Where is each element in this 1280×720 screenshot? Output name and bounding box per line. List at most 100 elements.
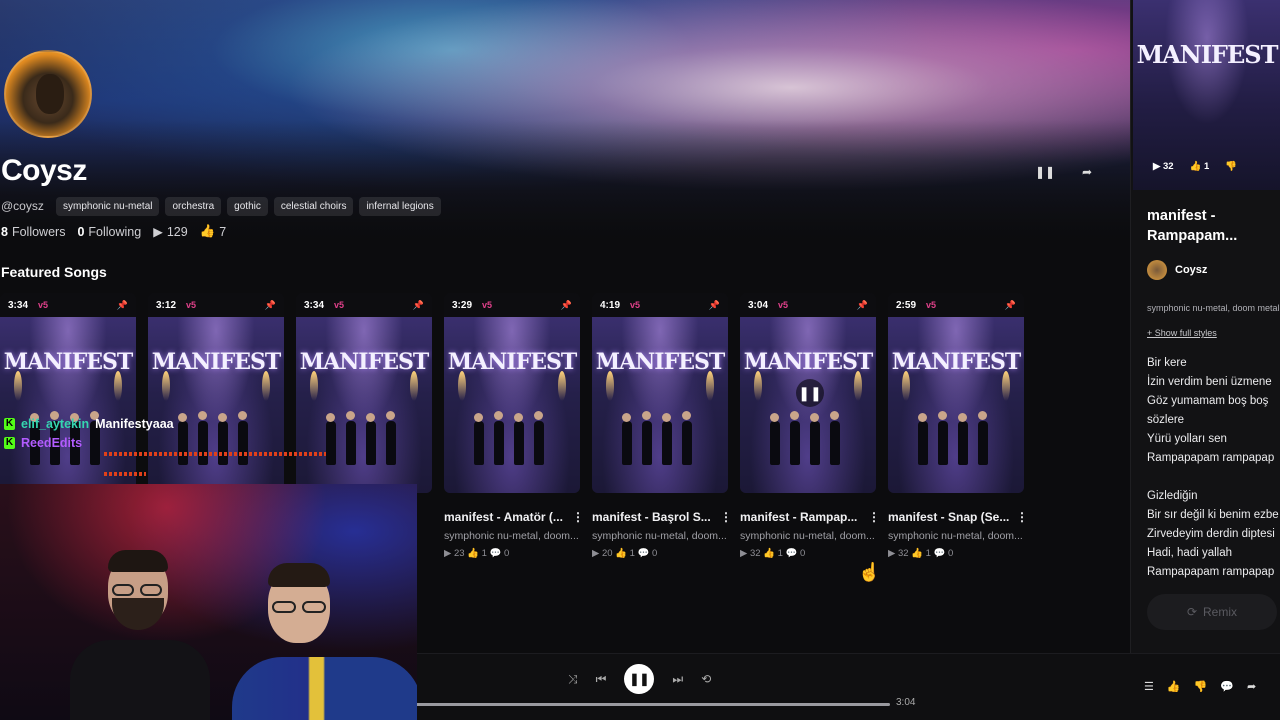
song-card[interactable]: MANIFEST 2:59 v5 📌 bbox=[888, 293, 1024, 493]
song-duration: 4:19 bbox=[600, 299, 621, 311]
cover-likes-count: 1 bbox=[1204, 161, 1210, 172]
pin-icon[interactable]: 📌 bbox=[265, 300, 276, 311]
model-version-badge: v5 bbox=[186, 300, 197, 310]
show-full-styles-link[interactable]: + Show full styles bbox=[1147, 328, 1217, 338]
figure-head bbox=[238, 411, 247, 420]
pin-icon[interactable]: 📌 bbox=[857, 300, 868, 311]
now-playing-cover[interactable]: MANIFEST ▶ 32 👍 1 👎 bbox=[1133, 0, 1280, 190]
style-tag[interactable]: gothic bbox=[227, 197, 268, 216]
dislike-button[interactable]: 👎 bbox=[1194, 680, 1208, 693]
next-button[interactable]: ⏭ bbox=[672, 672, 683, 687]
model-version-badge: v5 bbox=[334, 300, 345, 310]
pin-icon[interactable]: 📌 bbox=[561, 300, 572, 311]
playing-indicator[interactable]: ❚❚ bbox=[796, 379, 824, 407]
following-count: 0 bbox=[77, 224, 85, 239]
pause-profile-button[interactable]: ❚❚ bbox=[1032, 159, 1058, 185]
figure bbox=[938, 421, 948, 465]
song-stats: ▶ 20 👍 1 💬 0 bbox=[592, 548, 658, 559]
pin-icon[interactable]: 📌 bbox=[1005, 300, 1016, 311]
following-link[interactable]: 0 Following bbox=[77, 225, 141, 239]
style-tag[interactable]: orchestra bbox=[165, 197, 222, 216]
likes-stat: 👍 7 bbox=[200, 224, 227, 239]
stage-light bbox=[606, 371, 614, 401]
remix-label: Remix bbox=[1203, 605, 1238, 619]
song-card[interactable]: MANIFEST 3:29 v5 📌 bbox=[444, 293, 580, 493]
progress-bar[interactable] bbox=[414, 703, 890, 706]
share-profile-button[interactable]: ➦ bbox=[1074, 159, 1100, 185]
stream-chat: K elif_aytekin Manifestyaaa K ReedEdits bbox=[4, 414, 174, 452]
queue-button[interactable]: ☰ bbox=[1144, 680, 1154, 693]
pin-icon[interactable]: 📌 bbox=[117, 300, 128, 311]
figure bbox=[514, 421, 524, 465]
song-cover: MANIFEST bbox=[592, 313, 728, 493]
stage-light bbox=[262, 371, 270, 401]
style-tag[interactable]: infernal legions bbox=[359, 197, 441, 216]
song-style: symphonic nu-metal, doom... bbox=[740, 530, 875, 542]
lyric-line: Göz yumamam boş boş bbox=[1147, 395, 1269, 407]
song-title-row[interactable]: manifest - Başrol S... ⋮ bbox=[592, 510, 732, 524]
model-version-badge: v5 bbox=[778, 300, 789, 310]
figure-head bbox=[494, 411, 503, 420]
lyric-line: Rampapapam rampapap bbox=[1147, 452, 1275, 464]
streamer-left-body bbox=[70, 640, 210, 720]
previous-button[interactable]: ⏮ bbox=[596, 672, 607, 687]
cover-dislike-button[interactable]: 👎 bbox=[1225, 161, 1237, 172]
song-card[interactable]: MANIFEST 3:34 v5 📌 bbox=[0, 293, 136, 493]
style-tag[interactable]: celestial choirs bbox=[273, 197, 354, 216]
figure-head bbox=[622, 413, 631, 422]
figure bbox=[218, 421, 228, 465]
style-tag[interactable]: symphonic nu-metal bbox=[56, 197, 160, 216]
artist-name-small: Coysz bbox=[1175, 264, 1208, 276]
song-title-row[interactable]: manifest - Amatör (... ⋮ bbox=[444, 510, 584, 524]
remix-button[interactable]: ⟳ Remix bbox=[1147, 594, 1277, 630]
comment-button[interactable]: 💬 bbox=[1220, 680, 1234, 693]
figure bbox=[958, 421, 968, 465]
stage-light bbox=[410, 371, 418, 401]
song-stats: ▶ 32 👍 1 💬 0 bbox=[888, 548, 954, 559]
skip-back-icon: ⏮ bbox=[595, 671, 607, 686]
song-card[interactable]: MANIFEST 3:04 v5 📌 ❚❚ bbox=[740, 293, 876, 493]
song-meta: manifest - Snap (Se... ⋮ symphonic nu-meta… bbox=[888, 510, 1028, 559]
more-options-icon[interactable]: ⋮ bbox=[1016, 510, 1028, 524]
pin-icon[interactable]: 📌 bbox=[709, 300, 720, 311]
song-duration: 2:59 bbox=[896, 299, 917, 311]
profile-avatar[interactable] bbox=[4, 50, 92, 138]
now-playing-title[interactable]: manifest - Rampapam... bbox=[1147, 206, 1277, 246]
figure-head bbox=[386, 411, 395, 420]
repeat-button[interactable]: ⟲ bbox=[701, 672, 711, 686]
artist-handle: @coysz bbox=[1, 199, 44, 213]
figure-head bbox=[218, 413, 227, 422]
more-options-icon[interactable]: ⋮ bbox=[868, 510, 880, 524]
figure-head bbox=[830, 411, 839, 420]
song-card[interactable]: MANIFEST 4:19 v5 📌 bbox=[592, 293, 728, 493]
song-title-row[interactable]: manifest - Snap (Se... ⋮ bbox=[888, 510, 1028, 524]
shuffle-button[interactable]: ⤨ bbox=[568, 672, 578, 687]
stage-light bbox=[706, 371, 714, 401]
model-version-badge: v5 bbox=[482, 300, 493, 310]
followers-link[interactable]: 8 Followers bbox=[1, 225, 65, 239]
cover-plays[interactable]: ▶ 32 bbox=[1153, 161, 1174, 172]
more-options-icon[interactable]: ⋮ bbox=[572, 510, 584, 524]
pin-icon[interactable]: 📌 bbox=[413, 300, 424, 311]
style-tags: symphonic nu-metal orchestra gothic cele… bbox=[56, 197, 441, 216]
pause-button[interactable]: ❚❚ bbox=[624, 664, 655, 694]
streamer-left-hair bbox=[108, 550, 168, 572]
song-cover: MANIFEST bbox=[888, 313, 1024, 493]
song-card[interactable]: MANIFEST 3:34 v5 📌 bbox=[296, 293, 432, 493]
figure bbox=[198, 421, 208, 465]
now-playing-artist[interactable]: Coysz bbox=[1147, 260, 1207, 280]
song-title: manifest - Amatör (... bbox=[444, 510, 563, 524]
card-header: 3:04 v5 📌 bbox=[740, 293, 876, 317]
likes-count: 7 bbox=[219, 224, 227, 239]
share-button[interactable]: ➦ bbox=[1247, 680, 1256, 693]
figure bbox=[810, 421, 820, 465]
more-options-icon[interactable]: ⋮ bbox=[720, 510, 732, 524]
lyric-line: Zirvedeyim derdin diptesi bbox=[1147, 528, 1275, 540]
profile-stats: 8 Followers 0 Following ▶ 129 👍 7 bbox=[1, 224, 232, 239]
like-button[interactable]: 👍 bbox=[1167, 680, 1181, 693]
card-header: 3:34 v5 📌 bbox=[0, 293, 136, 317]
cover-like-button[interactable]: 👍 1 bbox=[1190, 161, 1210, 172]
lyric-line: Bir kere bbox=[1147, 357, 1187, 369]
song-card[interactable]: MANIFEST 3:12 v5 📌 bbox=[148, 293, 284, 493]
song-title-row[interactable]: manifest - Rampap... ⋮ bbox=[740, 510, 880, 524]
